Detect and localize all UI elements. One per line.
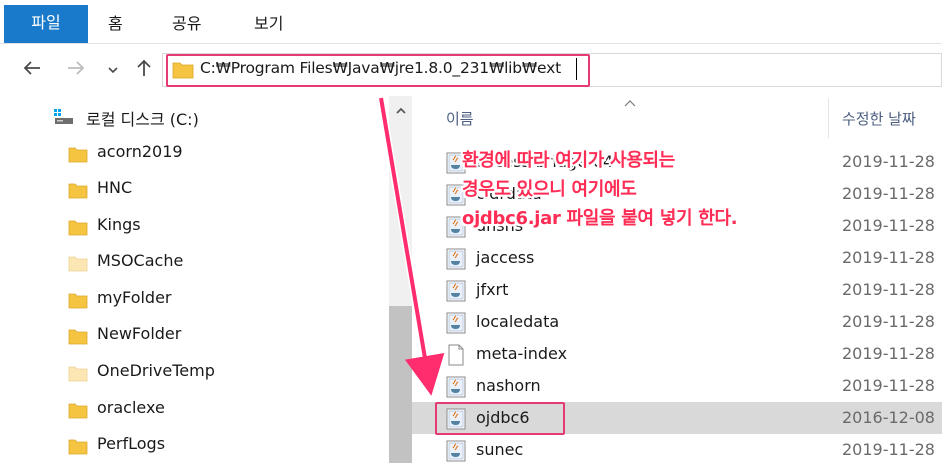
navigation-bar: C:₩Program Files₩Java₩jre1.8.0_231₩lib₩e… [0, 44, 942, 96]
column-header-name[interactable]: 이름 [446, 108, 474, 129]
file-row[interactable]: nashorn 2019-11-28 [412, 370, 942, 402]
blank-file-icon [446, 344, 466, 366]
file-name: nashorn [476, 376, 541, 395]
jar-file-icon [446, 376, 466, 398]
back-arrow-icon[interactable] [22, 58, 42, 81]
file-date: 2019-11-28 [842, 216, 935, 235]
file-name: sunec [476, 440, 524, 459]
file-date: 2019-11-28 [842, 184, 935, 203]
file-date: 2019-11-28 [842, 280, 935, 299]
file-row[interactable]: meta-index 2019-11-28 [412, 338, 942, 370]
jar-file-icon [446, 280, 466, 302]
file-date: 2019-11-28 [842, 440, 935, 459]
tab-file[interactable]: 파일 [4, 5, 88, 43]
file-date: 2019-11-28 [842, 312, 935, 331]
folder-label: MSOCache [97, 251, 184, 270]
forward-arrow-icon[interactable] [66, 58, 86, 81]
annotation-line-2: 경우도 있으니 여기에도 [462, 179, 637, 200]
jar-file-icon [446, 440, 466, 462]
folder-label: PerfLogs [97, 434, 166, 453]
folder-icon [68, 217, 88, 237]
file-name: localedata [476, 312, 560, 331]
folder-icon [172, 60, 194, 79]
folder-icon [68, 400, 88, 420]
recent-locations-chevron-icon[interactable] [106, 60, 120, 80]
scrollbar-thumb[interactable] [389, 306, 412, 463]
tab-home[interactable]: 홈 [108, 8, 123, 44]
selected-file-highlight-box [435, 402, 565, 435]
folder-label: oraclexe [97, 398, 165, 417]
file-date: 2016-12-08 [842, 408, 935, 427]
folder-icon [68, 180, 88, 200]
address-path-text[interactable]: C:₩Program Files₩Java₩jre1.8.0_231₩lib₩e… [200, 59, 561, 77]
file-name: jaccess [476, 248, 535, 267]
folder-icon [68, 290, 88, 310]
folder-icon [68, 326, 88, 346]
ribbon: 파일 홈 공유 보기 [0, 0, 942, 44]
file-date: 2019-11-28 [842, 344, 935, 363]
folder-label: myFolder [97, 288, 172, 307]
file-row[interactable]: localedata 2019-11-28 [412, 306, 942, 338]
scroll-up-arrow-icon[interactable] [389, 100, 412, 124]
file-date: 2019-11-28 [842, 248, 935, 267]
folder-label: Kings [97, 215, 141, 234]
file-date: 2019-11-28 [842, 152, 935, 171]
file-row[interactable]: jaccess 2019-11-28 [412, 242, 942, 274]
tab-view[interactable]: 보기 [254, 8, 283, 44]
column-header-date-modified[interactable]: 수정한 날짜 [842, 108, 916, 129]
tab-share[interactable]: 공유 [172, 8, 201, 44]
sort-ascending-icon [624, 96, 636, 110]
column-separator[interactable] [828, 98, 829, 138]
drive-icon [54, 109, 74, 125]
file-name: meta-index [476, 344, 568, 363]
annotation-line-3: ojdbc6.jar 파일을 붙여 넣기 한다. [462, 208, 738, 229]
up-arrow-icon[interactable] [134, 58, 154, 81]
annotation-line-1: 환경에 따라 여기가 사용되는 [462, 150, 676, 171]
drive-label: 로컬 디스크 (C:) [86, 110, 199, 129]
navigation-pane-scrollbar[interactable] [389, 96, 412, 463]
hidden-folder-icon [68, 363, 88, 383]
navigation-pane: 로컬 디스크 (C:) acorn2019 HNC Kings MSOCache… [0, 96, 412, 463]
folder-label: acorn2019 [97, 142, 183, 161]
text-caret [576, 58, 577, 80]
file-name: jfxrt [476, 280, 509, 299]
hidden-folder-icon [68, 253, 88, 273]
file-row[interactable]: jfxrt 2019-11-28 [412, 274, 942, 306]
file-row[interactable]: sunec 2019-11-28 [412, 434, 942, 463]
folder-icon [68, 436, 88, 456]
folder-label: HNC [97, 178, 133, 197]
folder-label: NewFolder [97, 324, 182, 343]
jar-file-icon [446, 248, 466, 270]
folder-icon [68, 144, 88, 164]
jar-file-icon [446, 312, 466, 334]
file-date: 2019-11-28 [842, 376, 935, 395]
folder-label: OneDriveTemp [97, 361, 215, 380]
